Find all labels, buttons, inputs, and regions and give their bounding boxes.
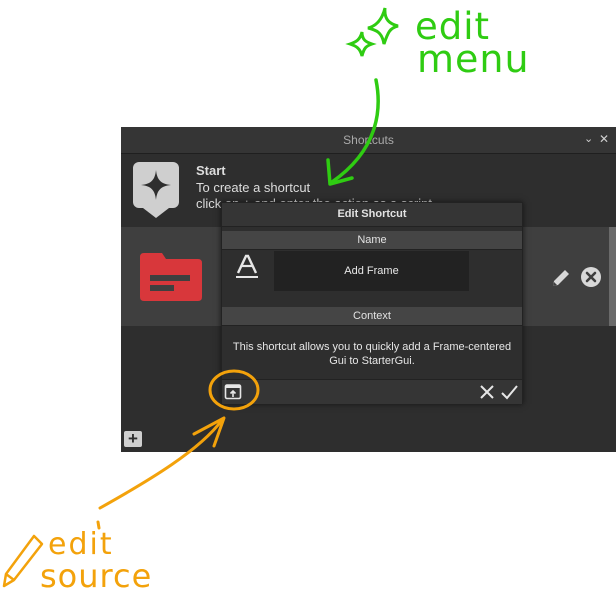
edit-source-note-line1: edit [48, 527, 114, 562]
edit-source-arrow [2, 369, 260, 588]
edit-source-note-line2: source [40, 557, 153, 595]
